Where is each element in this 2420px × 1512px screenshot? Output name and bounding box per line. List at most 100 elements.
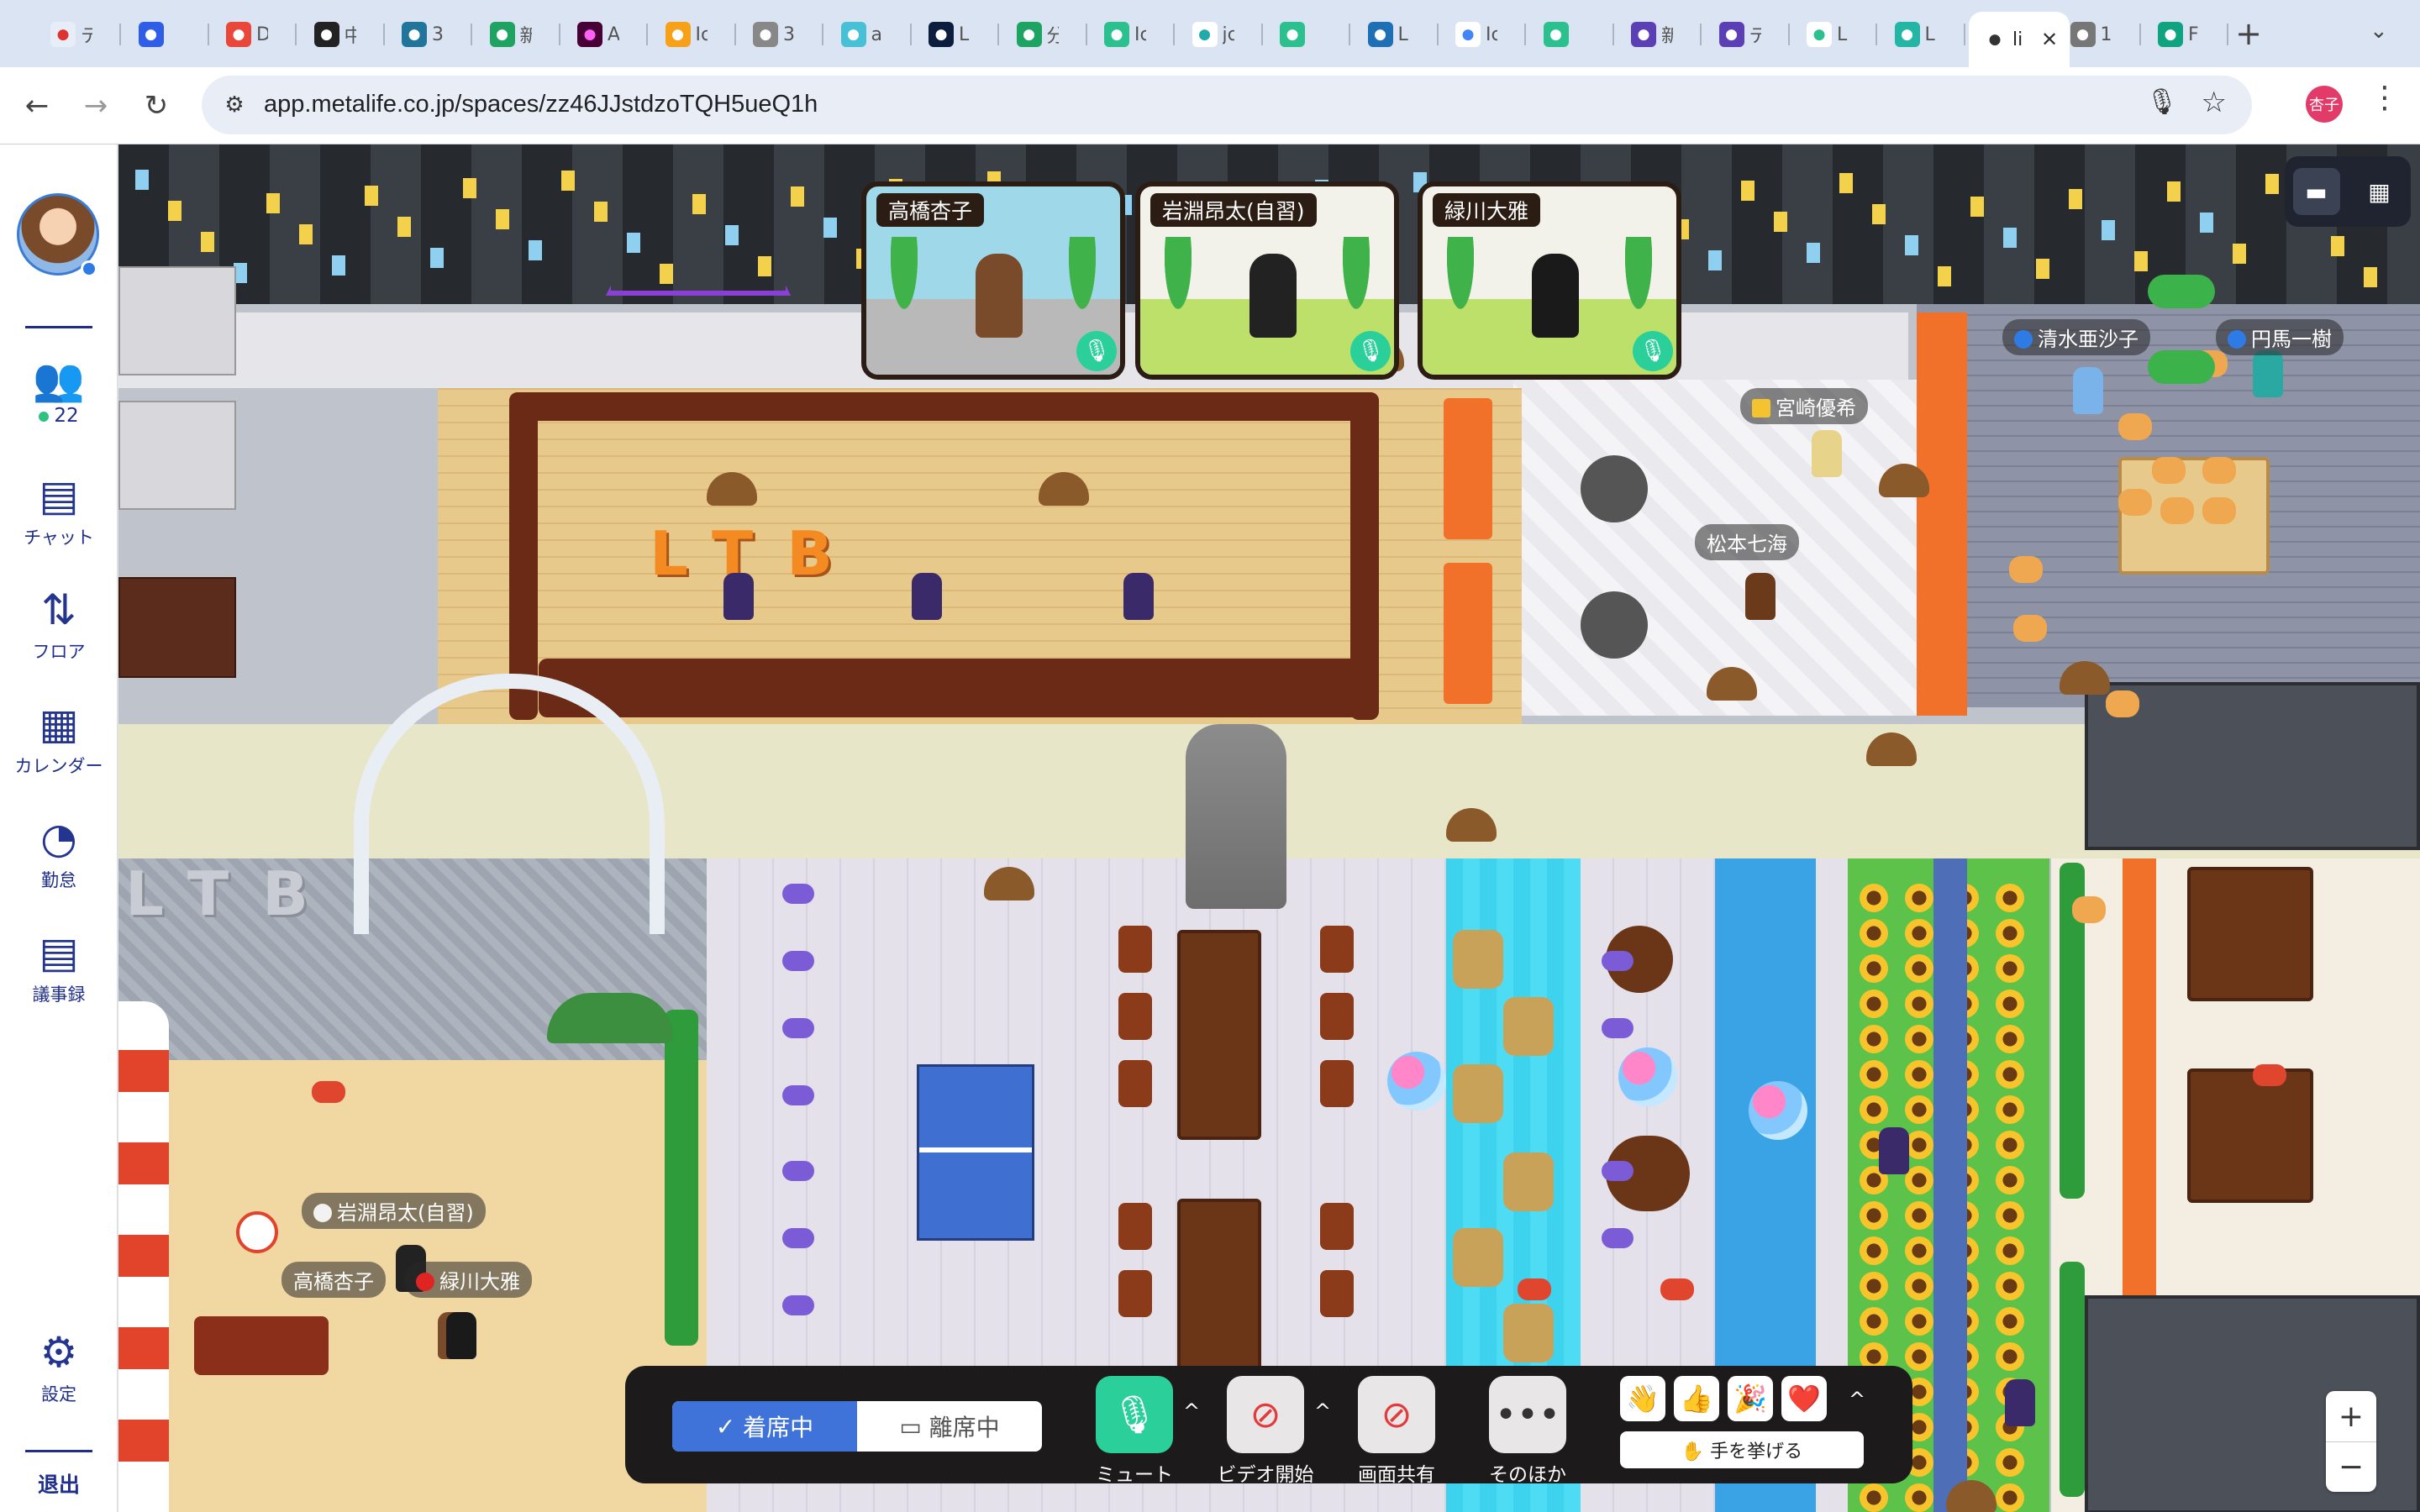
stool[interactable] — [1602, 951, 1634, 971]
mic-options-chevron-icon[interactable]: ^ — [1183, 1399, 1200, 1423]
work-desk[interactable] — [1177, 930, 1261, 1140]
stool[interactable] — [782, 1085, 814, 1105]
site-settings-icon[interactable]: ⚙ — [217, 87, 252, 123]
browser-tab[interactable]: ● — [1530, 12, 1614, 57]
witch-npc[interactable] — [912, 573, 942, 620]
office-chair[interactable] — [1118, 993, 1152, 1040]
zoom-in-button[interactable]: + — [2326, 1391, 2376, 1441]
user-tag-shimizu[interactable]: 清水亜沙子 — [2002, 319, 2150, 355]
browser-tab[interactable]: ● テ — [1706, 12, 1790, 57]
stool[interactable] — [782, 1295, 814, 1315]
microphone-icon[interactable]: 🎙 — [1076, 331, 1117, 371]
forward-arrow-icon[interactable]: → — [74, 84, 118, 128]
stool[interactable] — [1602, 1018, 1634, 1038]
reactions-chevron-icon[interactable]: ^ — [1849, 1388, 1865, 1411]
new-tab-button[interactable]: + — [2232, 15, 2265, 52]
stool[interactable] — [782, 884, 814, 904]
beach-ball[interactable] — [236, 1211, 278, 1253]
office-chair[interactable] — [1320, 1270, 1354, 1317]
heart-reaction-button[interactable]: ❤️ — [1781, 1376, 1827, 1421]
browser-tab[interactable]: ● 1 — [2057, 12, 2141, 57]
screen-share-button[interactable]: ⊘ 画面共有 — [1358, 1376, 1435, 1487]
office-chair[interactable] — [1118, 1270, 1152, 1317]
grid-view-icon[interactable]: ▦ — [2356, 168, 2403, 215]
browser-tab[interactable]: ● L — [1881, 12, 1965, 57]
wave-reaction-button[interactable]: 👋 — [1620, 1376, 1665, 1421]
browser-tab[interactable]: ● 3 — [388, 12, 472, 57]
away-button[interactable]: ▭ 離席中 — [857, 1401, 1042, 1452]
video-tile[interactable]: 岩淵昂太(自習) 🎙 — [1135, 181, 1399, 380]
browser-tab[interactable]: ● — [125, 12, 209, 57]
tab-search-chevron-icon[interactable]: ⌄ — [2370, 18, 2388, 44]
shimizu-avatar[interactable] — [2073, 367, 2103, 414]
witch-npc[interactable] — [723, 573, 754, 620]
office-chair[interactable] — [1118, 1060, 1152, 1107]
sidebar-item-chat[interactable]: ▤ チャット — [0, 470, 118, 549]
browser-tab[interactable]: ● D — [213, 12, 297, 57]
office-chair[interactable] — [1320, 1203, 1354, 1250]
stool[interactable] — [782, 1161, 814, 1181]
voice-search-mic-icon[interactable]: 🎙 — [2146, 87, 2178, 117]
browser-menu-icon[interactable]: ⋮ — [2370, 81, 2400, 115]
mute-button[interactable]: 🎙 ミュート — [1096, 1376, 1173, 1487]
party-reaction-button[interactable]: 🎉 — [1728, 1376, 1773, 1421]
bookmark-star-icon[interactable]: ☆ — [2202, 86, 2227, 119]
browser-tab[interactable]: ● Ic — [1091, 12, 1175, 57]
reload-icon[interactable]: ↻ — [134, 84, 178, 128]
sidebar-item-members[interactable]: 👥 22 — [0, 354, 118, 427]
office-chair[interactable] — [1320, 926, 1354, 973]
zoom-out-button[interactable]: − — [2326, 1441, 2376, 1492]
user-tag-enma[interactable]: 円馬一樹 — [2216, 319, 2344, 355]
round-table[interactable] — [1581, 455, 1648, 522]
close-tab-icon[interactable]: ✕ — [2041, 28, 2058, 51]
meeting-table[interactable] — [2187, 867, 2313, 1001]
browser-tab[interactable]: ● li ✕ — [1969, 12, 2070, 67]
browser-tab[interactable]: ● 分 — [1003, 12, 1087, 57]
video-options-chevron-icon[interactable]: ^ — [1314, 1399, 1331, 1423]
sofa[interactable] — [1444, 398, 1492, 539]
strip-view-icon[interactable]: ▬ — [2292, 168, 2340, 215]
browser-tab[interactable]: ● L — [915, 12, 999, 57]
sofa[interactable] — [1444, 563, 1492, 704]
stool[interactable] — [782, 1228, 814, 1248]
browser-tab[interactable]: ● a — [828, 12, 912, 57]
browser-tab[interactable]: ● テ — [37, 12, 121, 57]
browser-tab[interactable]: ● L — [1355, 12, 1439, 57]
witch-npc[interactable] — [2005, 1379, 2035, 1426]
witch-npc[interactable] — [1879, 1127, 1909, 1174]
user-tag-miyazaki[interactable]: 宮崎優希 — [1740, 388, 1868, 424]
matsumoto-avatar[interactable] — [1745, 573, 1776, 620]
office-chair[interactable] — [1118, 926, 1152, 973]
browser-tab[interactable]: ● Ic — [1442, 12, 1526, 57]
sidebar-item-calendar[interactable]: ▦ カレンダー — [0, 699, 118, 778]
video-tile[interactable]: 高橋杏子 🎙 — [861, 181, 1125, 380]
office-chair[interactable] — [1320, 993, 1354, 1040]
browser-tab[interactable]: ● Ic — [652, 12, 736, 57]
stool[interactable] — [1602, 1228, 1634, 1248]
meeting-table[interactable] — [2187, 1068, 2313, 1203]
video-tile[interactable]: 緑川大雅 🎙 — [1418, 181, 1681, 380]
thumbs-up-reaction-button[interactable]: 👍 — [1674, 1376, 1719, 1421]
enma-avatar[interactable] — [2253, 350, 2283, 397]
user-tag-midorikawa[interactable]: 緑川大雅 — [404, 1262, 532, 1298]
cat-cafe-table[interactable] — [2118, 457, 2270, 575]
url-text[interactable]: app.metalife.co.jp/spaces/zz46JJstdzoTQH… — [264, 91, 818, 118]
browser-tab[interactable]: ● A — [564, 12, 648, 57]
user-tag-takahashi[interactable]: 高橋杏子 — [281, 1262, 386, 1298]
address-bar[interactable]: ⚙ app.metalife.co.jp/spaces/zz46JJstdzoT… — [202, 76, 2252, 134]
stool[interactable] — [1602, 1161, 1634, 1181]
user-tag-matsumoto[interactable]: 松本七海 — [1695, 524, 1799, 560]
profile-avatar[interactable]: 杏子 — [2306, 86, 2343, 123]
sidebar-item-alarm-clock[interactable]: ◔ 勤怠 — [0, 813, 118, 892]
bench[interactable] — [194, 1316, 329, 1375]
sidebar-item-settings[interactable]: ⚙ 設定 — [0, 1327, 118, 1406]
video-start-button[interactable]: ⊘ ビデオ開始 — [1218, 1376, 1314, 1487]
browser-tab[interactable]: ● 新 — [1618, 12, 1702, 57]
midorikawa-avatar[interactable] — [446, 1312, 476, 1359]
user-tag-iwabuchi[interactable]: 岩淵昂太(自習) — [302, 1193, 486, 1229]
witch-npc[interactable] — [1123, 573, 1154, 620]
sidebar-item-document[interactable]: ▤ 議事録 — [0, 927, 118, 1006]
browser-tab[interactable]: ● F — [2144, 12, 2228, 57]
microphone-icon[interactable]: 🎙 — [1633, 331, 1673, 371]
round-table[interactable] — [1581, 591, 1648, 659]
